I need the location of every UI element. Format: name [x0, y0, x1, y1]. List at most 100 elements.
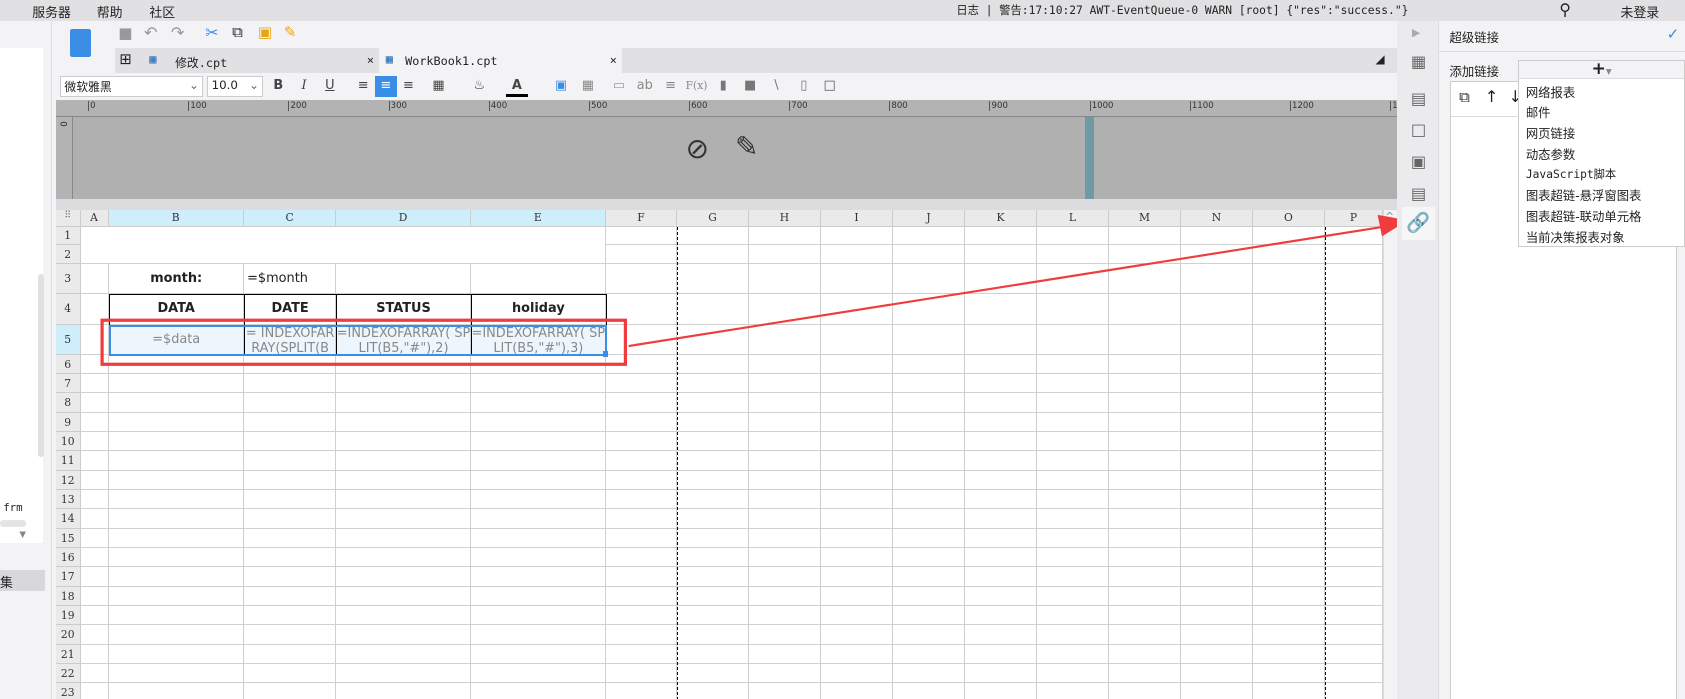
cell[interactable] [1181, 683, 1253, 699]
row-header-16[interactable]: 16 [55, 548, 81, 568]
cell[interactable] [108, 606, 244, 626]
column-header-F[interactable]: F [606, 209, 677, 227]
cell[interactable] [1108, 470, 1181, 490]
cell[interactable] [243, 606, 337, 626]
align-center-button[interactable]: ≡ [375, 76, 397, 97]
cell[interactable] [676, 451, 749, 471]
cell[interactable] [892, 451, 965, 471]
cell-B4[interactable]: DATA [109, 294, 244, 324]
cell[interactable] [108, 373, 244, 394]
cell[interactable] [1324, 294, 1383, 325]
scroll-up-icon[interactable]: ^ [1385, 210, 1394, 223]
cell[interactable] [108, 644, 244, 665]
align-right-button[interactable]: ≡ [398, 76, 419, 96]
preview-icon[interactable] [69, 29, 92, 57]
cell[interactable] [892, 606, 965, 626]
cell[interactable] [109, 683, 244, 699]
cell[interactable] [1036, 490, 1109, 510]
menu-server[interactable]: 服务器 [32, 2, 71, 21]
cell[interactable] [964, 373, 1037, 394]
cell[interactable] [964, 490, 1037, 510]
cell[interactable] [1252, 226, 1325, 245]
cell[interactable] [748, 586, 821, 607]
cell[interactable] [1036, 528, 1109, 549]
cell[interactable] [1036, 373, 1109, 394]
cell[interactable] [470, 528, 607, 549]
cell[interactable] [243, 470, 337, 490]
cell[interactable] [820, 245, 893, 265]
cell[interactable] [1324, 567, 1383, 587]
merged-cell-A1-E2[interactable] [80, 226, 607, 265]
text-field-icon[interactable]: ▭ [608, 76, 629, 96]
cell[interactable] [748, 470, 821, 490]
save-icon[interactable]: ■ [118, 24, 132, 42]
cell[interactable] [80, 412, 109, 432]
cell[interactable] [1180, 324, 1253, 355]
cell[interactable] [748, 625, 821, 645]
cell[interactable] [336, 354, 471, 374]
cell[interactable] [892, 470, 965, 490]
cell[interactable] [1180, 548, 1253, 568]
cell[interactable] [748, 393, 821, 413]
cell[interactable] [1108, 412, 1181, 432]
cell[interactable] [820, 393, 893, 413]
cell[interactable] [820, 470, 893, 490]
cell[interactable] [964, 354, 1037, 374]
cell[interactable] [1252, 393, 1325, 413]
cell[interactable] [1036, 324, 1109, 355]
column-header-D[interactable]: D [336, 209, 471, 227]
cell[interactable] [336, 528, 471, 549]
cell[interactable] [1324, 264, 1383, 295]
cell-attribute-icon[interactable]: ▦ [1407, 52, 1431, 76]
cell[interactable] [1324, 431, 1383, 452]
cell[interactable] [1324, 373, 1383, 394]
cell[interactable] [80, 451, 109, 471]
cell[interactable] [606, 548, 677, 568]
cell[interactable] [820, 294, 893, 325]
cell[interactable] [820, 354, 893, 374]
cell[interactable] [1180, 245, 1253, 265]
fill-handle[interactable] [602, 351, 609, 357]
cell[interactable] [1036, 586, 1109, 607]
cell[interactable] [820, 373, 893, 394]
dataset-section[interactable]: 集 [0, 569, 46, 591]
cell[interactable] [1108, 664, 1181, 684]
cell-C5[interactable]: = INDEXOFARRAY(SPLIT(B5,"#"),1) [244, 325, 336, 355]
undo-icon[interactable]: ↶ [144, 23, 158, 42]
row-header-21[interactable]: 21 [55, 644, 81, 665]
cell[interactable] [470, 470, 607, 490]
cell[interactable] [1180, 509, 1253, 529]
link-type-option[interactable]: 网络报表 [1526, 83, 1575, 103]
cell[interactable] [964, 451, 1037, 471]
column-header-G[interactable]: G [676, 209, 749, 227]
cell[interactable] [676, 509, 749, 529]
cell[interactable] [676, 412, 749, 432]
copy-icon[interactable]: ⧉ [232, 23, 243, 42]
cell-D4[interactable]: STATUS [336, 294, 470, 324]
vertical-scrollbar[interactable] [1383, 209, 1397, 699]
cell[interactable] [1180, 664, 1253, 684]
cell[interactable] [606, 324, 677, 355]
tab-workbook1[interactable]: WorkBook1.cpt ▦ × [379, 48, 623, 74]
cell[interactable] [964, 528, 1037, 549]
row-header-18[interactable]: 18 [55, 586, 81, 607]
cell[interactable] [676, 373, 749, 394]
cell[interactable] [336, 509, 471, 529]
row-header-8[interactable]: 8 [55, 393, 81, 413]
row-header-17[interactable]: 17 [55, 567, 81, 587]
cell[interactable] [470, 567, 607, 587]
chevron-down-icon[interactable]: ▼ [19, 530, 26, 540]
cell[interactable] [676, 664, 749, 684]
cell[interactable] [748, 431, 821, 452]
column-header-N[interactable]: N [1180, 209, 1253, 227]
cell[interactable] [892, 354, 965, 374]
cell[interactable] [1180, 226, 1253, 245]
cell[interactable] [1109, 683, 1181, 699]
row-header-15[interactable]: 15 [55, 528, 81, 549]
cell[interactable] [336, 451, 471, 471]
cell[interactable] [336, 586, 471, 607]
cell[interactable] [1180, 451, 1253, 471]
tab-modify[interactable]: 修改.cpt ▦ × [140, 48, 380, 74]
cell[interactable] [820, 490, 893, 510]
cell[interactable] [1324, 664, 1383, 684]
